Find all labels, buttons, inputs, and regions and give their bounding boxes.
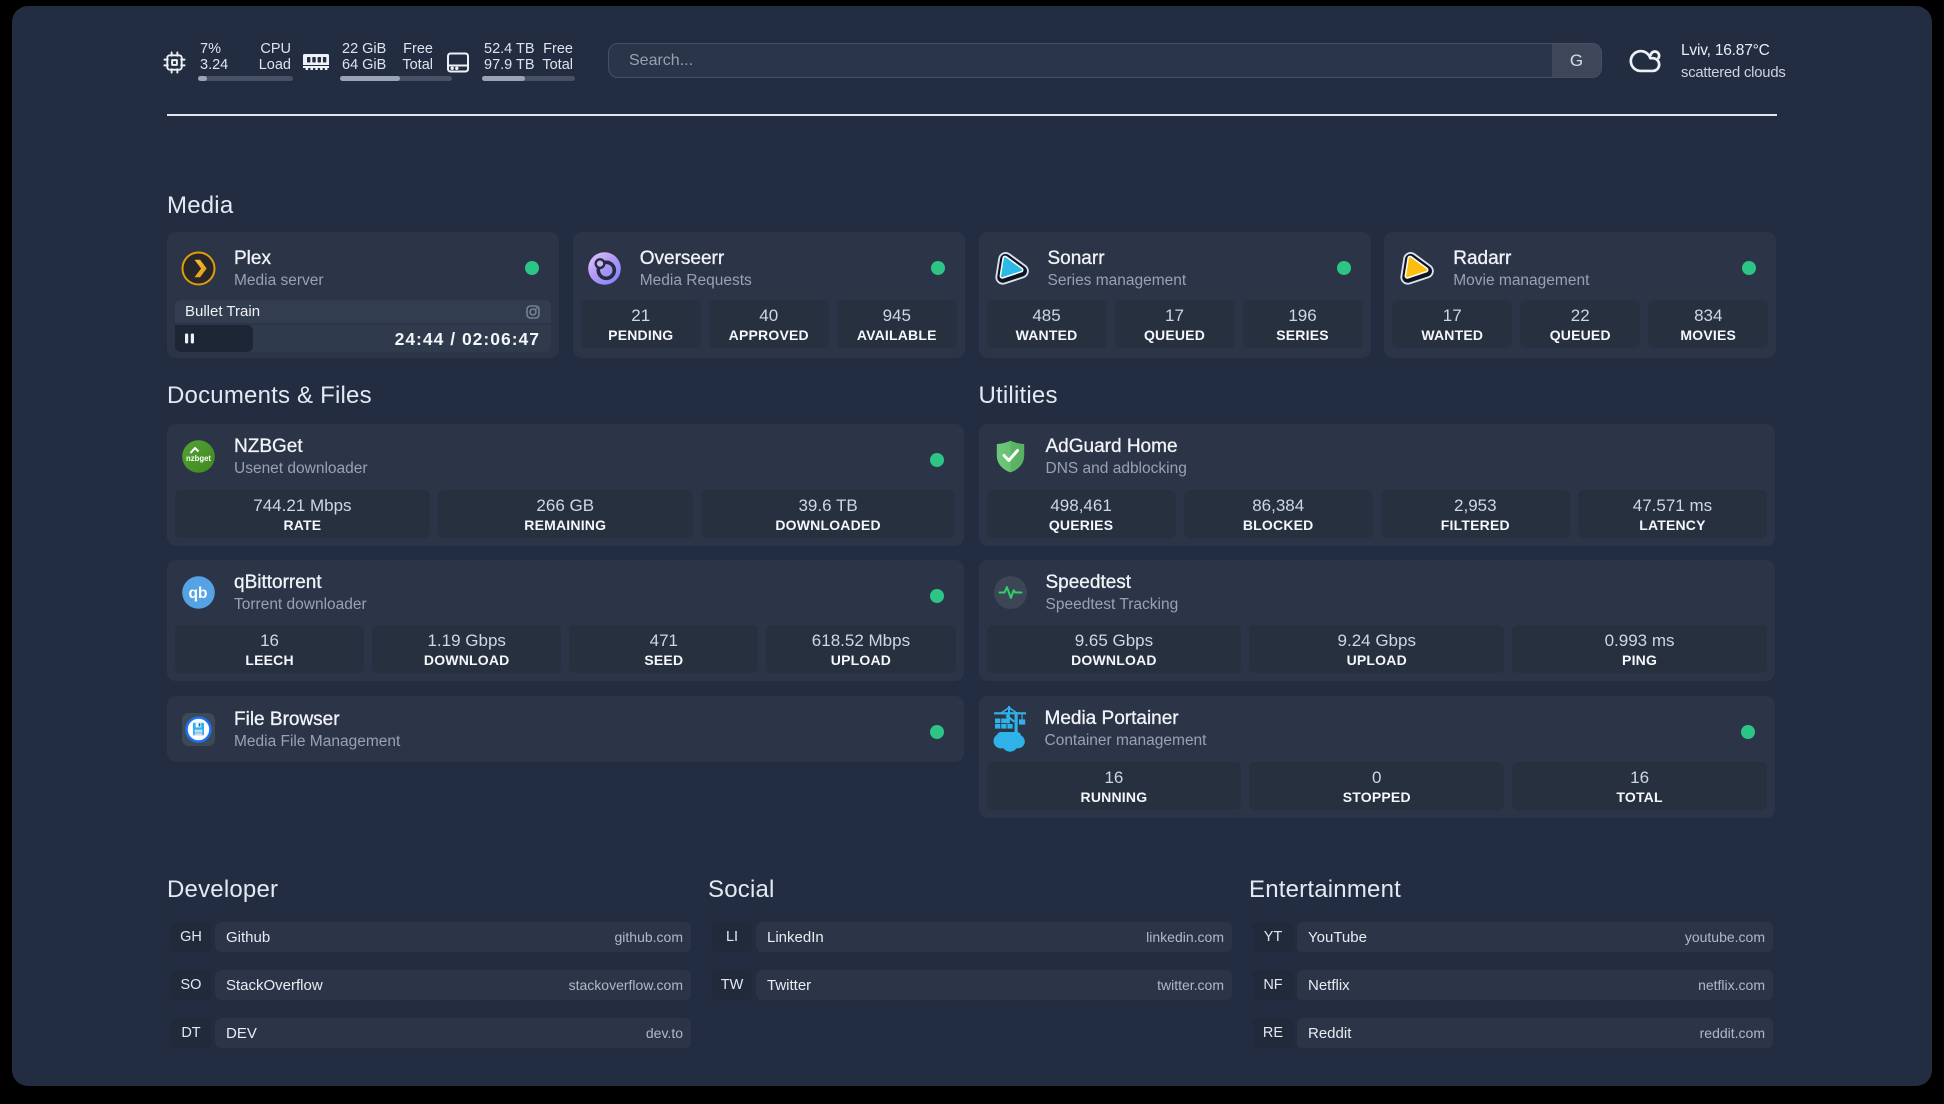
svg-text:nzbget: nzbget (186, 453, 211, 463)
svg-text:qb: qb (189, 585, 208, 602)
